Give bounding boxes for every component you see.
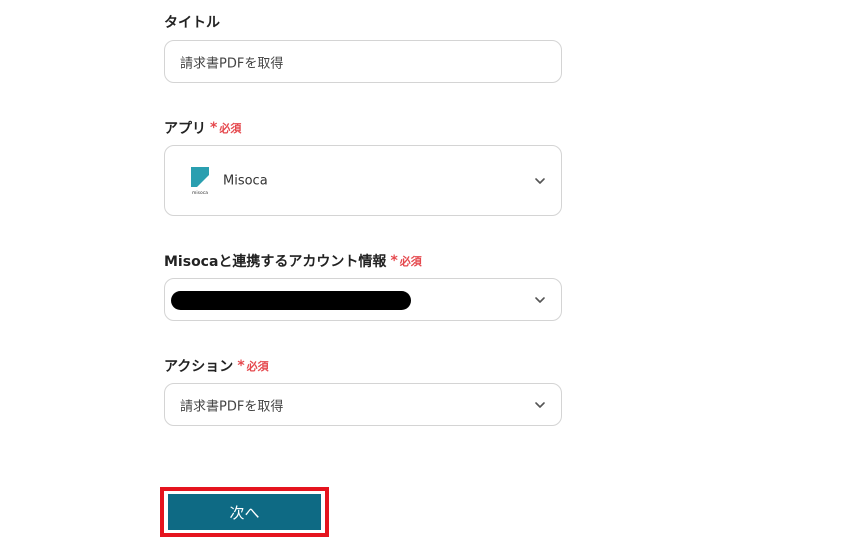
action-field-label: アクション * 必須 xyxy=(164,356,269,376)
chevron-down-icon xyxy=(535,177,545,184)
title-input[interactable]: 請求書PDFを取得 xyxy=(164,40,562,83)
required-badge: 必須 xyxy=(399,255,422,268)
app-label-text: アプリ xyxy=(164,121,206,137)
required-asterisk: * xyxy=(237,358,245,374)
next-button[interactable]: 次へ xyxy=(168,494,321,530)
form-page: タイトル 請求書PDFを取得 アプリ * 必須 misoca Misoca Mi… xyxy=(0,0,853,560)
misoca-logo-caption: misoca xyxy=(192,190,208,195)
action-label-text: アクション xyxy=(164,359,234,375)
account-select[interactable] xyxy=(164,278,562,321)
required-badge: 必須 xyxy=(246,360,269,373)
required-asterisk: * xyxy=(390,253,398,269)
title-field-label: タイトル xyxy=(164,12,220,32)
title-label-text: タイトル xyxy=(164,15,220,31)
account-label-text: Misocaと連携するアカウント情報 xyxy=(164,254,387,270)
chevron-down-icon xyxy=(535,296,545,303)
app-field-label: アプリ * 必須 xyxy=(164,118,241,138)
chevron-down-icon xyxy=(535,401,545,408)
required-asterisk: * xyxy=(210,120,218,136)
title-input-value: 請求書PDFを取得 xyxy=(180,56,284,71)
app-select[interactable]: misoca Misoca xyxy=(164,145,562,216)
required-badge: 必須 xyxy=(219,122,242,135)
account-field-label: Misocaと連携するアカウント情報 * 必須 xyxy=(164,251,422,271)
misoca-logo-icon: misoca xyxy=(191,167,209,195)
action-select[interactable]: 請求書PDFを取得 xyxy=(164,383,562,426)
app-select-value: Misoca xyxy=(223,173,268,188)
action-select-value: 請求書PDFを取得 xyxy=(180,399,284,414)
redacted-account-value xyxy=(171,291,411,310)
